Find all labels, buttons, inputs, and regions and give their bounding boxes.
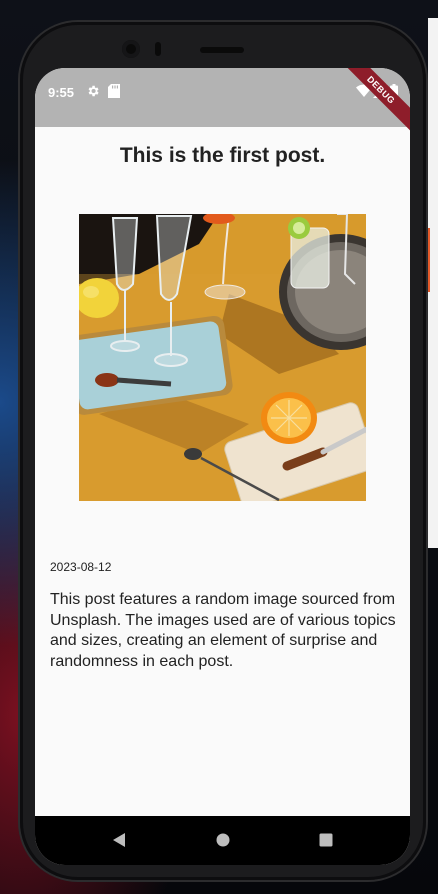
post-date: 2023-08-12	[50, 560, 112, 574]
phone-frame: 9:55 DEBUG This is the first post. 2023-…	[20, 22, 426, 880]
post-body: This post features a random image source…	[50, 591, 396, 670]
home-icon[interactable]	[213, 830, 233, 850]
recents-icon[interactable]	[316, 830, 336, 850]
post-title: This is the first post.	[119, 144, 326, 167]
status-bar: 9:55 DEBUG	[35, 68, 410, 135]
post-image	[79, 214, 366, 501]
cocktail-table-photo	[79, 214, 366, 501]
status-time: 9:55	[48, 85, 75, 100]
front-camera	[122, 40, 140, 58]
navigation-bar	[35, 816, 410, 865]
back-icon[interactable]	[110, 830, 130, 850]
gear-icon	[86, 84, 100, 103]
device-screen: 9:55 DEBUG This is the first post. 2023-…	[35, 68, 410, 865]
proximity-sensor	[155, 42, 161, 56]
sd-card-icon	[108, 84, 120, 103]
earpiece-speaker	[200, 47, 244, 53]
